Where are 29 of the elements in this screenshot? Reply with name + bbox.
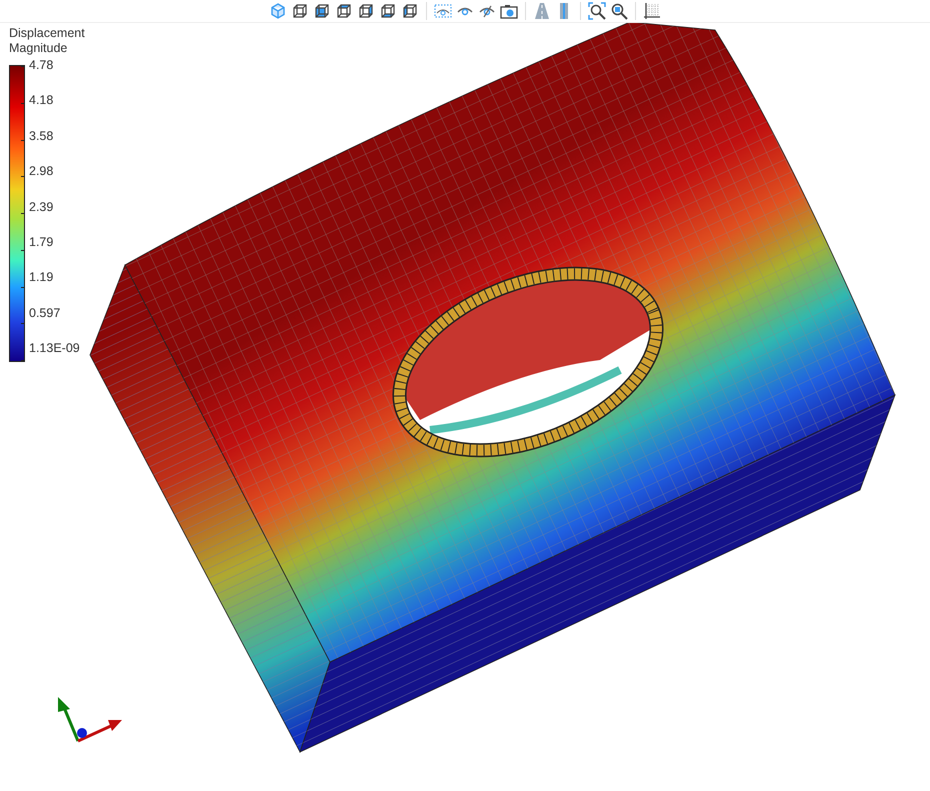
cube-view-icon bbox=[358, 3, 374, 19]
parallel-bars-icon bbox=[558, 2, 570, 20]
cube-view-icon bbox=[292, 3, 308, 19]
legend-tick-label: 1.13E-09 bbox=[29, 341, 80, 355]
grid-axes-icon bbox=[643, 2, 661, 20]
dotted-eye-icon bbox=[434, 4, 452, 18]
zoom-fit-button[interactable] bbox=[587, 1, 607, 21]
legend-tick-label: 4.18 bbox=[29, 93, 54, 108]
legend-title: Displacement Magnitude bbox=[9, 26, 86, 56]
road-icon bbox=[534, 2, 550, 20]
eye-slash-icon bbox=[478, 4, 496, 18]
cube-view-icon bbox=[336, 3, 352, 19]
legend-tick-label: 0.597 bbox=[29, 306, 62, 320]
isometric-cube-icon bbox=[270, 3, 286, 19]
legend-tick-label: 3.58 bbox=[29, 128, 54, 143]
legend-tick-label: 2.98 bbox=[29, 164, 54, 178]
zoom-selection-button[interactable] bbox=[609, 1, 629, 21]
zoom-icon bbox=[610, 2, 628, 20]
legend-tick-label: 1.19 bbox=[29, 270, 54, 284]
camera-icon bbox=[500, 4, 518, 18]
cube-view-icon bbox=[380, 3, 396, 19]
zoom-fit-icon bbox=[588, 2, 606, 20]
legend-tick-label: 1.79 bbox=[29, 234, 54, 249]
cube-view-icon bbox=[402, 3, 418, 19]
grid-button[interactable] bbox=[642, 1, 662, 21]
cube-view-icon bbox=[314, 3, 330, 19]
axis-triad-drawing bbox=[58, 697, 122, 742]
legend-tick-label: 2.39 bbox=[29, 200, 54, 214]
legend-tick-label: 4.78 bbox=[29, 58, 54, 72]
